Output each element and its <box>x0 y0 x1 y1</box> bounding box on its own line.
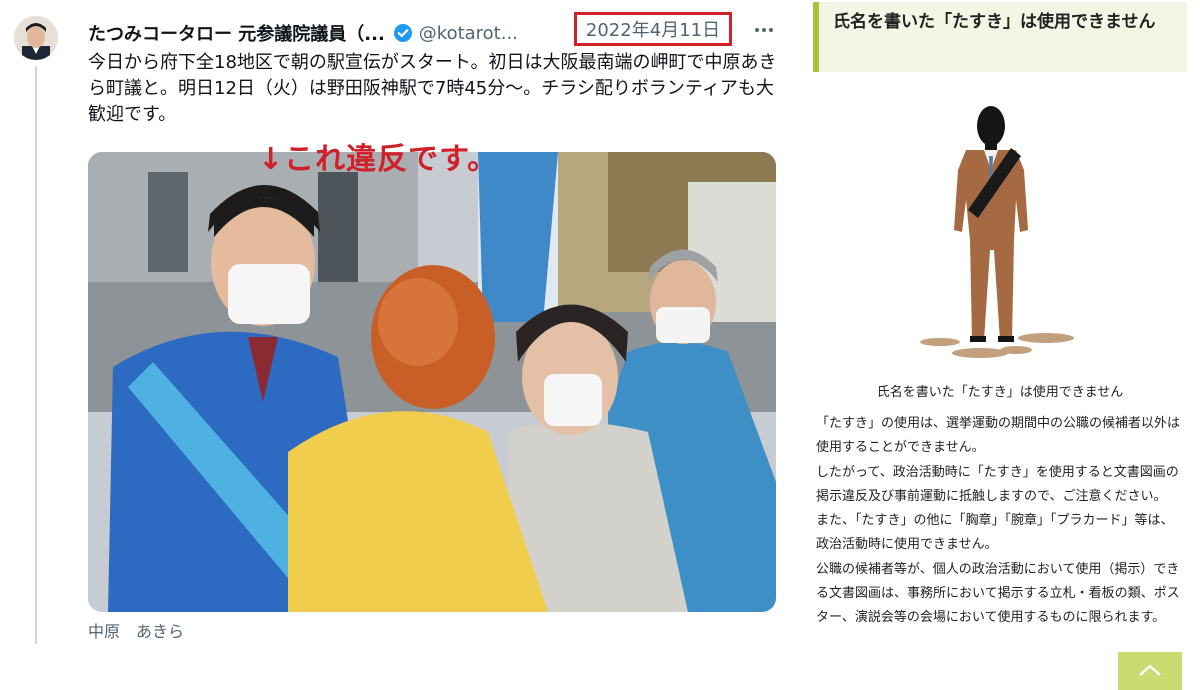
author-handle[interactable]: @kotarot... <box>419 23 518 44</box>
article-paragraph: 公職の候補者等が、個人の政治活動において使用（掲示）できる文書図画は、事務所にお… <box>816 561 1180 626</box>
author-avatar[interactable] <box>14 16 58 60</box>
sash-illustration <box>916 100 1086 362</box>
more-options-icon[interactable] <box>752 18 776 42</box>
photo-caption: 中原 あきら <box>88 622 185 641</box>
thread-line <box>35 66 37 644</box>
article-paragraph: 「たすき」の使用は、選挙運動の期間中の公職の候補者以外は使用することができません… <box>816 416 1181 456</box>
figure-caption: 氏名を書いた「たすき」は使用できません <box>876 385 1124 400</box>
tweet-photo[interactable] <box>88 152 776 612</box>
article-paragraph: したがって、政治活動時に「たすき」を使用すると文書図画の掲示違反及び事前運動に抵… <box>816 464 1179 504</box>
article-paragraph: また、「たすき」の他に「胸章」「腕章」「プラカード」等は、政治活動時に使用できま… <box>816 513 1174 553</box>
article-heading: 氏名を書いた「たすき」は使用できません <box>813 2 1187 72</box>
article-body: 「たすき」の使用は、選挙運動の期間中の公職の候補者以外は使用することができません… <box>816 412 1180 631</box>
verified-badge-icon <box>393 23 413 43</box>
violation-annotation: ↓これ違反です。 <box>258 142 499 177</box>
tweet-header: たつみコータロー 元参議院議員（... @kotarot... <box>88 16 518 50</box>
scroll-top-icon <box>1137 662 1163 681</box>
scroll-to-top-button[interactable] <box>1118 652 1182 690</box>
tweet-text: 今日から府下全18地区で朝の駅宣伝がスタート。初日は大阪最南端の岬町で中原あきら… <box>88 52 777 125</box>
author-name[interactable]: たつみコータロー 元参議院議員（... <box>88 20 385 46</box>
tweet-date[interactable]: 2022年4月11日 <box>574 12 732 46</box>
